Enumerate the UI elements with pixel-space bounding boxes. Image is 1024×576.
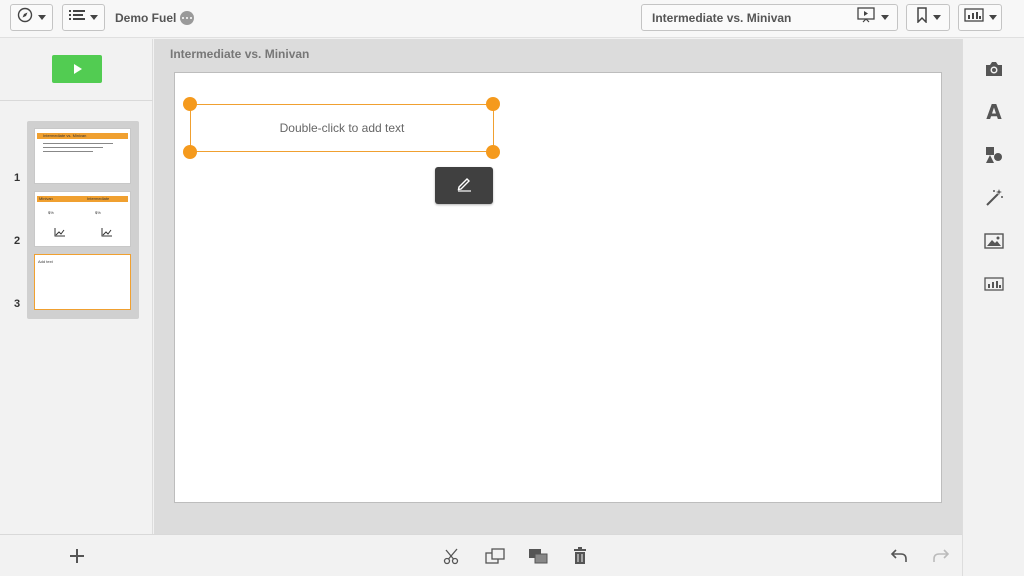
pencil-icon [455,174,473,197]
thumb-line [43,151,93,152]
thumb-col1: Minivan [39,196,53,201]
layer-icon[interactable] [527,545,549,567]
play-icon [74,64,82,74]
chevron-down-icon [932,15,941,20]
slide-thumbnail-3[interactable]: Add text [34,254,131,310]
resize-handle-top-right[interactable] [486,97,500,111]
sheets-button[interactable] [958,4,1002,31]
thumb-line [43,143,113,144]
slides-panel: Intermediate vs. Minivan Minivan Interme… [0,39,153,534]
app-title: Demo Fuel [115,11,195,25]
copy-icon[interactable] [484,545,506,567]
text-icon[interactable]: A [982,100,1006,124]
slide-number-3: 3 [14,298,21,310]
more-dots-icon[interactable] [180,11,195,25]
slide-thumbnails: Intermediate vs. Minivan Minivan Interme… [27,121,139,319]
thumb-text: Add text [38,259,53,264]
global-menu-button[interactable] [62,4,105,31]
redo-icon[interactable] [930,545,952,567]
list-icon [69,8,85,27]
thumb-title: Intermediate vs. Minivan [43,133,87,138]
sheet-icon [963,7,984,28]
app-title-text: Demo Fuel [115,11,177,25]
sheet-icon[interactable] [982,272,1006,296]
chevron-down-icon [988,15,997,20]
thumb-val2: $% [95,210,101,215]
delete-icon[interactable] [569,545,591,567]
chevron-down-icon [38,15,46,20]
chevron-down-icon [881,15,889,20]
story-selector[interactable]: Intermediate vs. Minivan [641,4,898,31]
top-toolbar: Demo Fuel Intermediate vs. Minivan [0,0,1024,38]
compass-icon [17,7,33,28]
text-box-placeholder: Double-click to add text [279,121,405,135]
divider [0,100,153,101]
chevron-down-icon [90,15,98,20]
edit-text-button[interactable] [435,167,493,204]
line-chart-icon [54,224,66,242]
thumb-val1: $% [48,210,54,215]
slide-number-2: 2 [14,235,21,247]
slide-canvas[interactable]: Double-click to add text [174,72,942,503]
slide-thumbnail-2[interactable]: Minivan Intermediate $% $% [34,191,131,247]
play-story-button[interactable] [52,55,102,83]
shapes-icon[interactable] [982,143,1006,167]
presentation-icon [857,7,875,28]
cut-icon[interactable] [441,545,463,567]
navigation-menu-button[interactable] [10,4,53,31]
image-icon[interactable] [982,229,1006,253]
resize-handle-bottom-left[interactable] [183,145,197,159]
add-slide-area [0,534,154,576]
bottom-toolbar [154,534,962,576]
text-tool-glyph: A [986,100,1002,124]
slide-title: Intermediate vs. Minivan [170,47,310,61]
thumb-line [43,147,103,148]
resize-handle-bottom-right[interactable] [486,145,500,159]
camera-icon[interactable] [982,57,1006,81]
effects-icon[interactable] [982,186,1006,210]
undo-icon[interactable] [888,545,910,567]
bookmark-icon [916,7,928,28]
line-chart-icon [101,224,113,242]
add-slide-icon[interactable] [70,548,84,563]
tools-panel: A [962,39,1024,576]
slide-number-1: 1 [14,172,21,184]
thumb-col2: Intermediate [87,196,110,201]
resize-handle-top-left[interactable] [183,97,197,111]
text-box[interactable]: Double-click to add text [190,104,494,152]
bookmarks-button[interactable] [906,4,950,31]
slide-thumbnail-1[interactable]: Intermediate vs. Minivan [34,128,131,184]
story-canvas-area: Intermediate vs. Minivan Double-click to… [154,39,962,534]
story-selector-label: Intermediate vs. Minivan [652,10,792,25]
